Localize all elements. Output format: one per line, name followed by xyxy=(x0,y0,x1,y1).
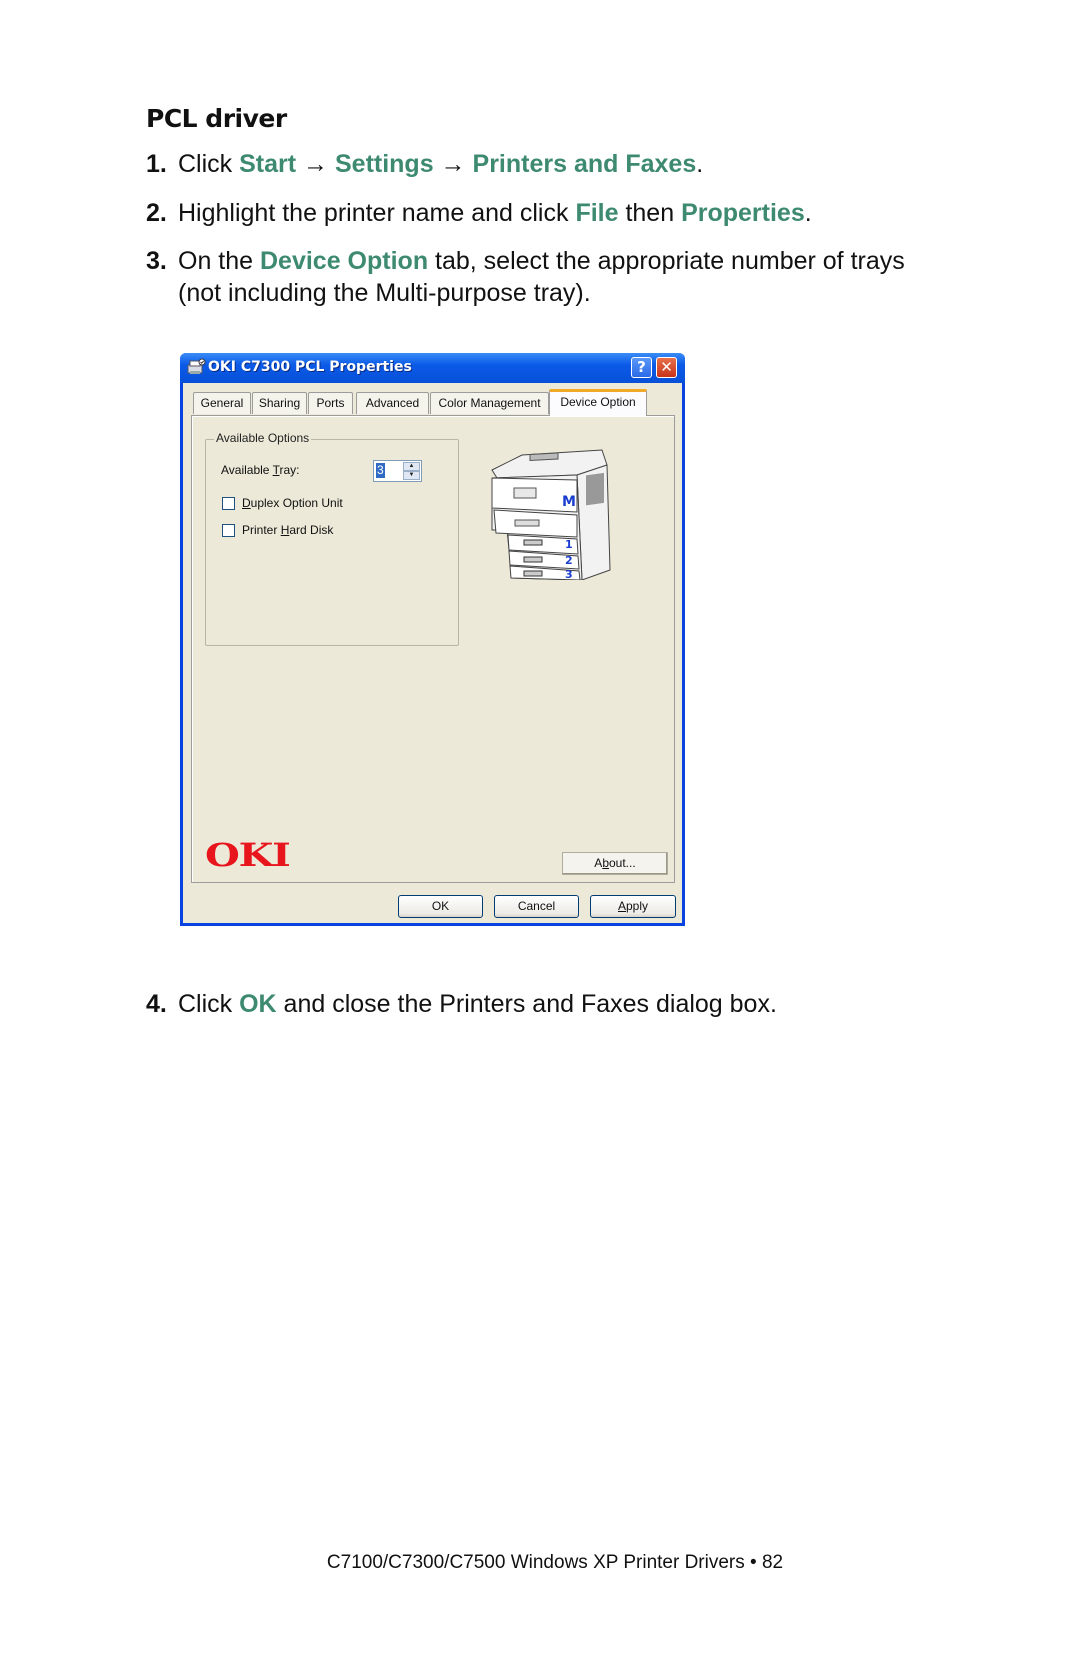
hard-disk-label[interactable]: Printer Hard Disk xyxy=(242,523,333,537)
printer-icon xyxy=(187,358,206,374)
duplex-label[interactable]: Duplex Option Unit xyxy=(242,496,343,510)
oki-logo: OKI xyxy=(205,836,291,874)
mp-tray-label: M xyxy=(562,494,576,510)
device-option-panel: Available Options Available Tray: 3 ▲ ▼ … xyxy=(191,415,675,883)
tray-1-label: 1 xyxy=(565,538,573,551)
ok-reference: OK xyxy=(239,990,277,1018)
dialog-title: OKI C7300 PCL Properties xyxy=(208,359,412,375)
menu-settings: Settings xyxy=(334,150,434,178)
cancel-button[interactable]: Cancel xyxy=(494,895,579,918)
menu-file: File xyxy=(575,199,619,227)
step-number: 1. xyxy=(146,150,167,178)
step-2: 2. Highlight the printer name and click F… xyxy=(146,199,812,227)
menu-start: Start xyxy=(239,150,297,178)
about-button[interactable]: About... xyxy=(562,852,668,875)
group-title: Available Options xyxy=(214,431,312,445)
close-button[interactable]: ✕ xyxy=(656,357,677,378)
printer-illustration: M 1 2 3 xyxy=(491,449,611,580)
menu-printers-faxes: Printers and Faxes xyxy=(472,150,697,178)
tab-sharing[interactable]: Sharing xyxy=(252,392,307,414)
step-number: 4. xyxy=(146,990,167,1018)
arrow-icon: → xyxy=(433,150,473,178)
dialog-client: General Sharing Ports Advanced Color Man… xyxy=(183,383,682,923)
tab-advanced[interactable]: Advanced xyxy=(356,392,429,414)
section-heading: PCL driver xyxy=(146,104,287,133)
page-footer: C7100/C7300/C7500 Windows XP Printer Dri… xyxy=(326,1552,784,1573)
title-bar[interactable]: OKI C7300 PCL Properties ? ✕ xyxy=(180,353,685,383)
ok-button[interactable]: OK xyxy=(398,895,483,918)
hard-disk-checkbox[interactable] xyxy=(222,524,235,537)
help-button[interactable]: ? xyxy=(631,357,652,378)
spin-down-arrow-icon[interactable]: ▼ xyxy=(403,471,420,480)
properties-dialog: OKI C7300 PCL Properties ? ✕ General Sha… xyxy=(180,353,685,926)
step-number: 3. xyxy=(146,247,167,275)
tab-device-option[interactable]: Device Option xyxy=(549,389,647,416)
tab-color-management[interactable]: Color Management xyxy=(430,392,549,414)
duplex-checkbox[interactable] xyxy=(222,497,235,510)
available-tray-spinner[interactable]: 3 ▲ ▼ xyxy=(373,460,422,482)
tab-ports[interactable]: Ports xyxy=(308,392,353,414)
step-1: 1. Click Start → Settings → Printers and … xyxy=(146,150,704,178)
tab-general[interactable]: General xyxy=(193,392,251,414)
menu-properties: Properties xyxy=(681,199,805,227)
arrow-icon: → xyxy=(296,150,335,178)
spin-up-arrow-icon[interactable]: ▲ xyxy=(403,462,420,471)
available-tray-label: Available Tray: xyxy=(221,463,300,477)
step-4: 4. Click OK and close the Printers and Fa… xyxy=(146,990,777,1018)
available-options-group: Available Options Available Tray: 3 ▲ ▼ … xyxy=(205,431,459,646)
tab-reference-device-option: Device Option xyxy=(260,247,429,275)
step-number: 2. xyxy=(146,199,167,227)
tray-3-label: 3 xyxy=(565,568,573,580)
tray-2-label: 2 xyxy=(565,554,573,567)
step-3: 3. On the Device Option tab, select the a… xyxy=(146,247,905,307)
tray-count-value[interactable]: 3 xyxy=(376,463,385,478)
apply-button[interactable]: Apply xyxy=(590,895,676,918)
